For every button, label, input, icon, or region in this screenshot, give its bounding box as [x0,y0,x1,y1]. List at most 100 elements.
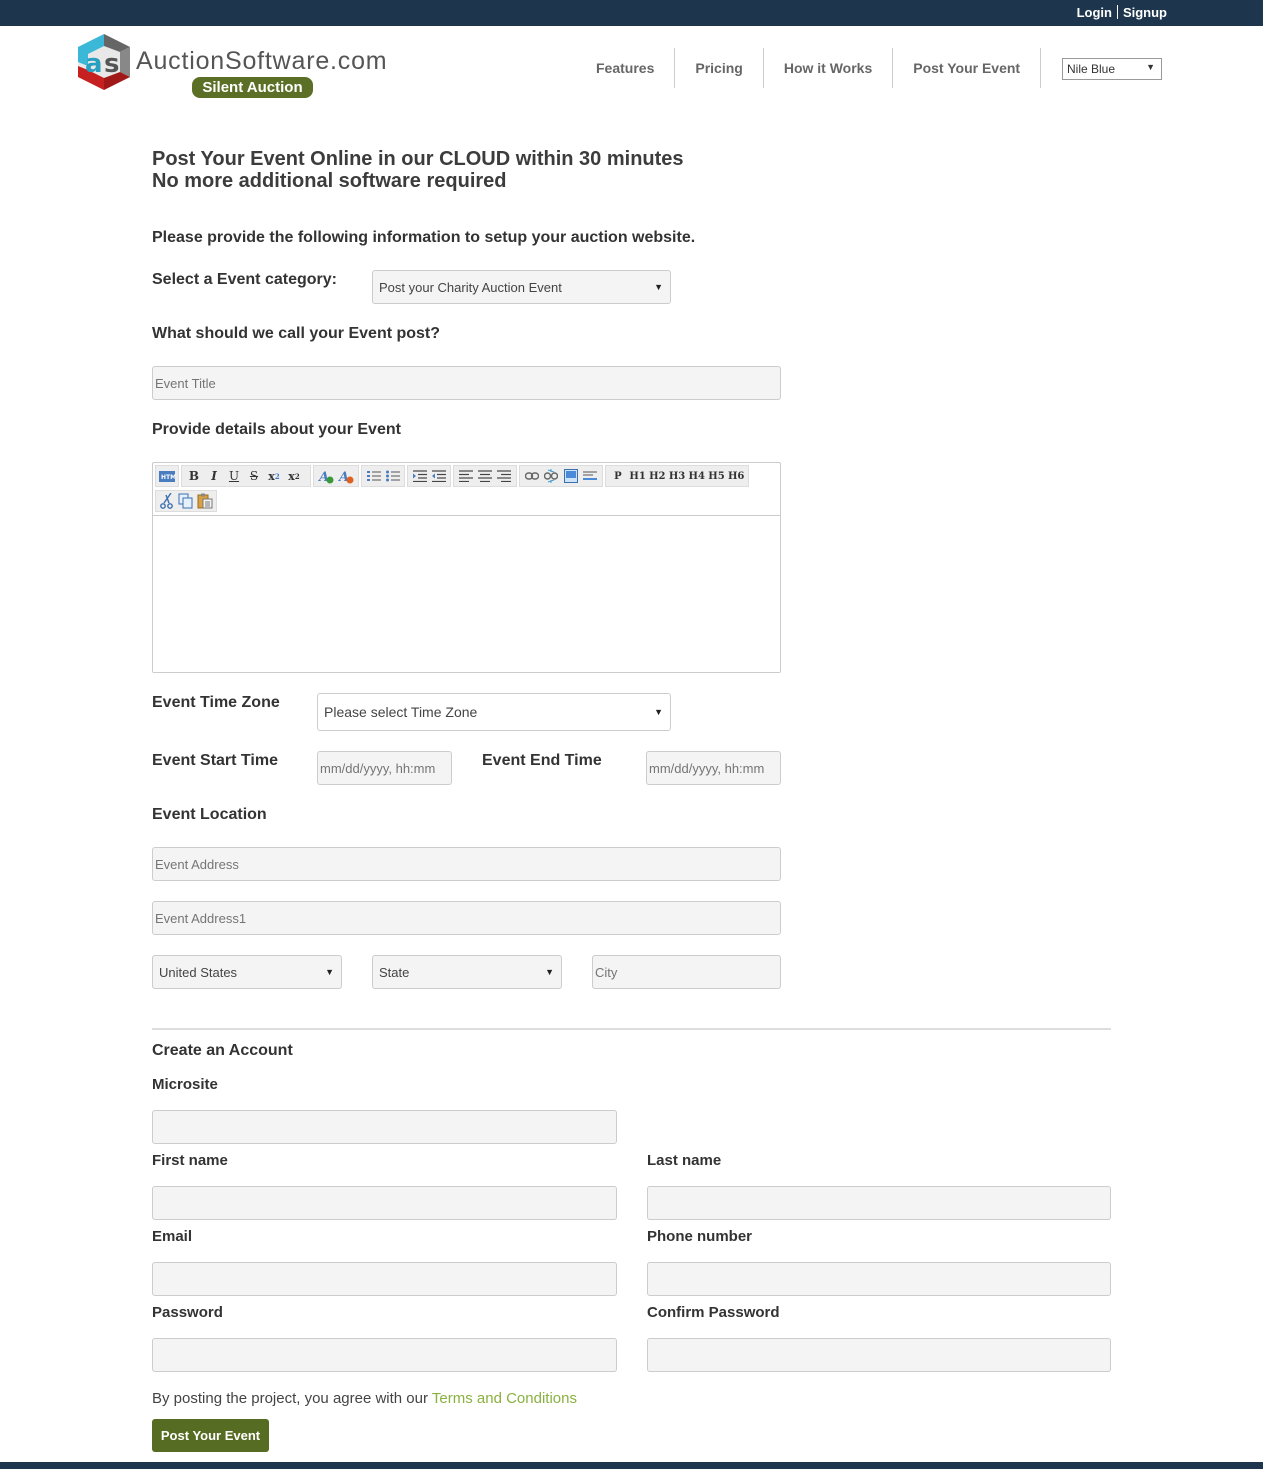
confirm-password-input[interactable] [647,1338,1111,1372]
login-link[interactable]: Login [1077,5,1112,20]
decrease-font-icon[interactable]: A [336,467,356,485]
toolbar-group-insert [519,465,603,487]
outdent-icon[interactable] [429,467,448,485]
product-badge: Silent Auction [192,77,313,98]
page-title: Post Your Event Online in our CLOUD with… [152,148,684,192]
brand-name: AuctionSoftware.com [136,47,388,75]
event-address1-input[interactable] [152,901,781,935]
toolbar-group-html: HTML [155,465,179,487]
nav-pricing[interactable]: Pricing [675,48,764,88]
italic-button[interactable]: I [204,467,224,485]
nav-post-your-event[interactable]: Post Your Event [893,48,1042,88]
state-select[interactable]: State ▼ [372,955,562,989]
category-select[interactable]: Post your Charity Auction Event ▼ [372,270,671,304]
phone-label: Phone number [647,1228,753,1245]
site-logo[interactable]: a s AuctionSoftware.com Silent Auction [76,32,406,100]
country-select[interactable]: United States ▼ [152,955,342,989]
auth-links: Login Signup [1077,5,1167,20]
location-label: Event Location [152,806,267,823]
chevron-down-icon: ▼ [545,967,554,977]
h2-button[interactable]: H2 [647,467,667,485]
horizontal-rule-icon[interactable] [581,467,601,485]
state-select-value: State [379,964,410,980]
event-title-input[interactable] [152,366,781,400]
toolbar-group-indent [407,465,451,487]
bold-button[interactable]: B [184,467,204,485]
signup-link[interactable]: Signup [1123,5,1167,20]
main-nav: Features Pricing How it Works Post Your … [576,48,1042,88]
password-input[interactable] [152,1338,617,1372]
city-input[interactable] [592,955,781,989]
logo-mark-icon: a s [78,34,130,90]
paragraph-button[interactable]: P [608,467,628,485]
create-account-heading: Create an Account [152,1042,293,1059]
strikethrough-button[interactable]: S [244,467,264,485]
toolbar-group-headings: P H1 H2 H3 H4 H5 H6 [605,465,749,487]
terms-link[interactable]: Terms and Conditions [432,1390,577,1407]
timezone-select[interactable]: Please select Time Zone ▼ [317,693,671,731]
superscript-button[interactable]: x2 [284,467,304,485]
end-time-label: Event End Time [482,752,602,769]
footer-bar [0,1462,1263,1469]
svg-text:s: s [104,49,119,79]
post-event-button[interactable]: Post Your Event [152,1419,269,1452]
h5-button[interactable]: H5 [707,467,727,485]
microsite-input[interactable] [152,1110,617,1144]
html-icon[interactable]: HTML [158,467,176,485]
microsite-label: Microsite [152,1076,218,1093]
password-label: Password [152,1304,223,1321]
editor-toolbar: HTML B I U S x2 x2 A A [153,463,780,516]
chevron-down-icon: ▼ [654,707,663,717]
last-name-input[interactable] [647,1186,1111,1220]
end-time-input[interactable] [646,751,781,785]
image-icon[interactable] [561,467,581,485]
nav-how-it-works[interactable]: How it Works [764,48,894,88]
svg-text:a: a [85,49,103,79]
country-select-value: United States [159,964,238,980]
h1-button[interactable]: H1 [628,467,648,485]
last-name-label: Last name [647,1152,722,1169]
h4-button[interactable]: H4 [687,467,707,485]
indent-icon[interactable] [410,467,429,485]
page-title-line-2: No more additional software required [152,170,507,192]
cut-icon[interactable] [158,492,177,510]
email-input[interactable] [152,1262,617,1296]
subscript-button[interactable]: x2 [264,467,284,485]
page-title-line-1: Post Your Event Online in our CLOUD with… [152,148,684,170]
category-select-value: Post your Charity Auction Event [379,279,562,295]
align-right-icon[interactable] [495,467,514,485]
first-name-input[interactable] [152,1186,617,1220]
toolbar-group-lists [361,465,405,487]
terms-text: By posting the project, you agree with o… [152,1390,432,1407]
theme-select-value: Nile Blue [1067,62,1116,76]
unordered-list-icon[interactable] [383,467,402,485]
paste-icon[interactable] [195,492,214,510]
h6-button[interactable]: H6 [726,467,746,485]
start-time-input[interactable] [317,751,452,785]
align-left-icon[interactable] [456,467,475,485]
toolbar-group-font-size: A A [313,465,359,487]
link-icon[interactable] [522,467,542,485]
editor-content-area[interactable] [153,517,780,672]
copy-icon[interactable] [177,492,196,510]
increase-font-icon[interactable]: A [316,467,336,485]
underline-button[interactable]: U [224,467,244,485]
title-label: What should we call your Event post? [152,325,441,342]
align-center-icon[interactable] [475,467,494,485]
first-name-label: First name [152,1152,228,1169]
toolbar-group-align [453,465,517,487]
confirm-password-label: Confirm Password [647,1304,780,1321]
ordered-list-icon[interactable] [364,467,383,485]
rich-text-editor: HTML B I U S x2 x2 A A [152,462,781,673]
toolbar-group-clipboard [155,490,217,512]
phone-input[interactable] [647,1262,1111,1296]
category-label: Select a Event category: [152,271,337,288]
nav-features[interactable]: Features [576,48,676,88]
h3-button[interactable]: H3 [667,467,687,485]
theme-select[interactable]: Nile Blue ▼ [1062,58,1162,80]
event-address-input[interactable] [152,847,781,881]
form-intro: Please provide the following information… [152,229,696,246]
chevron-down-icon: ▼ [1146,62,1155,72]
svg-text:HTML: HTML [161,474,175,481]
unlink-icon[interactable] [542,467,562,485]
